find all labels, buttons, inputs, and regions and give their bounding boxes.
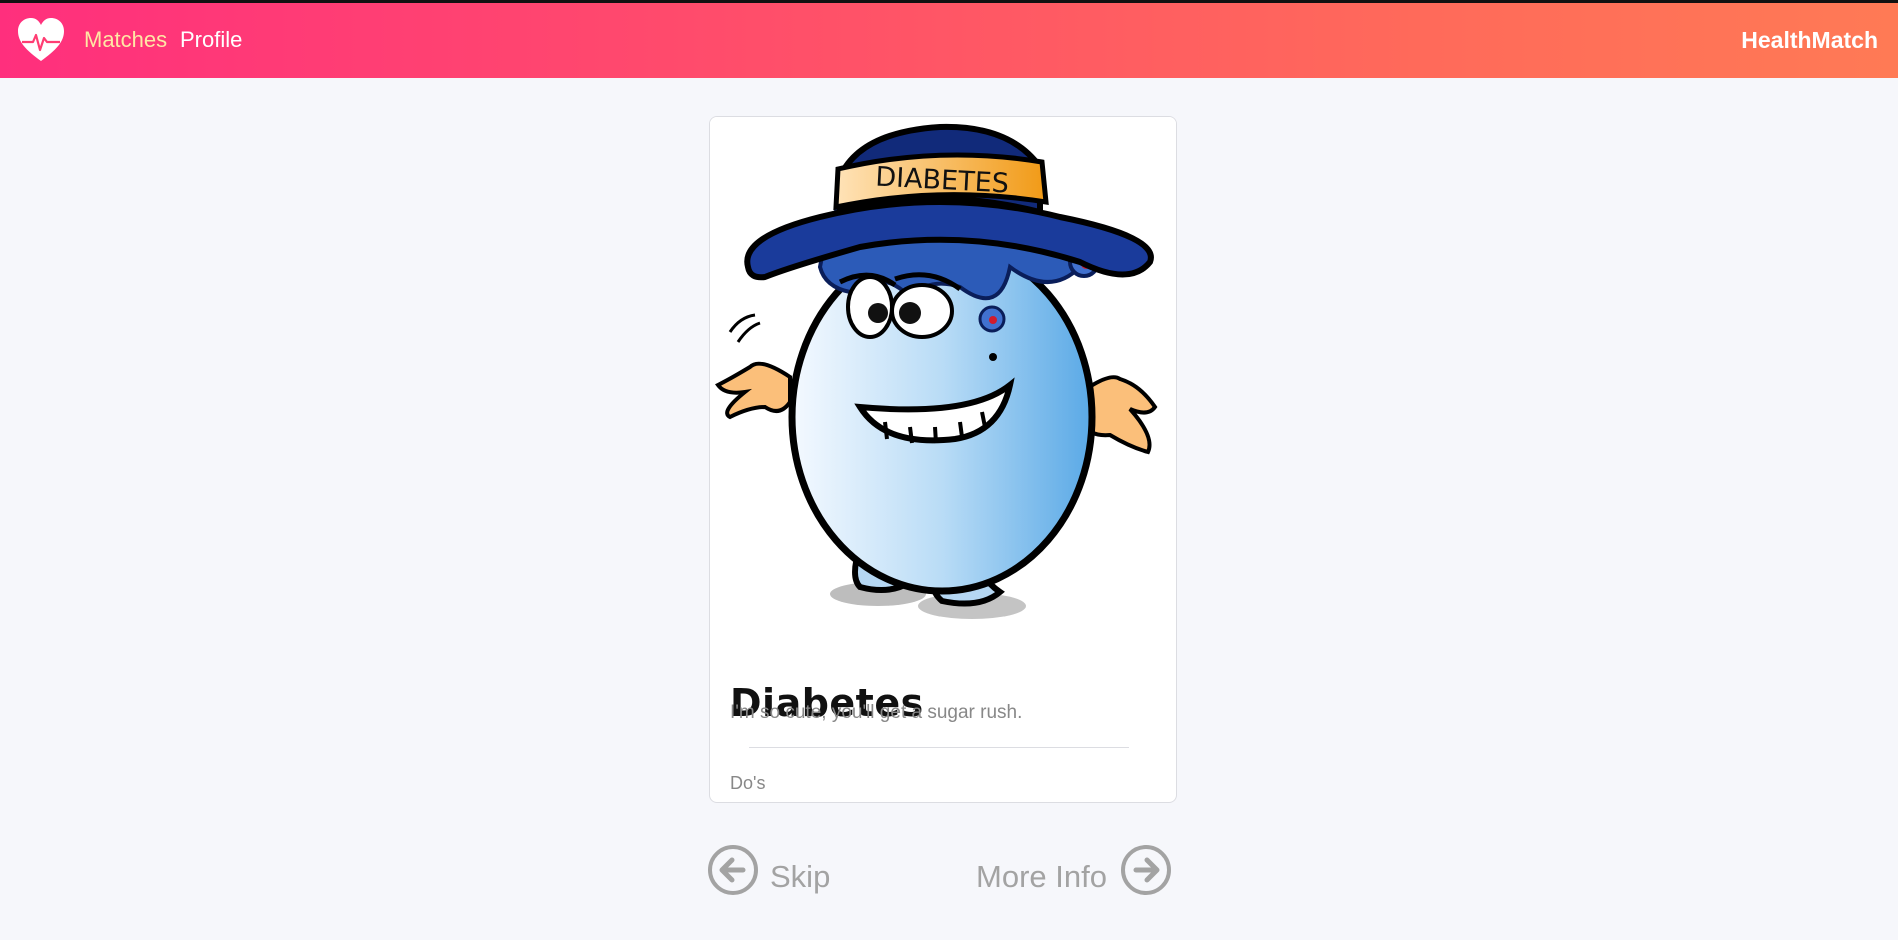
more-info-button[interactable]: More Info — [976, 842, 1171, 898]
card-tagline: I'm so cute, you'll get a sugar rush. — [730, 702, 1023, 723]
arrow-left-circle-icon[interactable] — [708, 845, 758, 895]
skip-label[interactable]: Skip — [770, 859, 830, 895]
card-divider — [749, 747, 1129, 748]
arrow-right-circle-icon[interactable] — [1120, 845, 1171, 895]
more-info-label[interactable]: More Info — [976, 859, 1107, 895]
match-card[interactable]: DIABETES Diabetes I'm so cute, you'll ge… — [709, 116, 1177, 803]
nav-link-matches[interactable]: Matches — [84, 27, 167, 53]
profile-image: DIABETES — [710, 117, 1176, 629]
nav-link-profile[interactable]: Profile — [180, 27, 242, 53]
navbar: Matches Profile HealthMatch — [0, 3, 1898, 78]
card-section-dos: Do's — [730, 773, 766, 793]
heart-pulse-icon[interactable] — [16, 16, 66, 64]
brand-name[interactable]: HealthMatch — [1741, 27, 1878, 54]
skip-button[interactable]: Skip — [708, 842, 830, 898]
